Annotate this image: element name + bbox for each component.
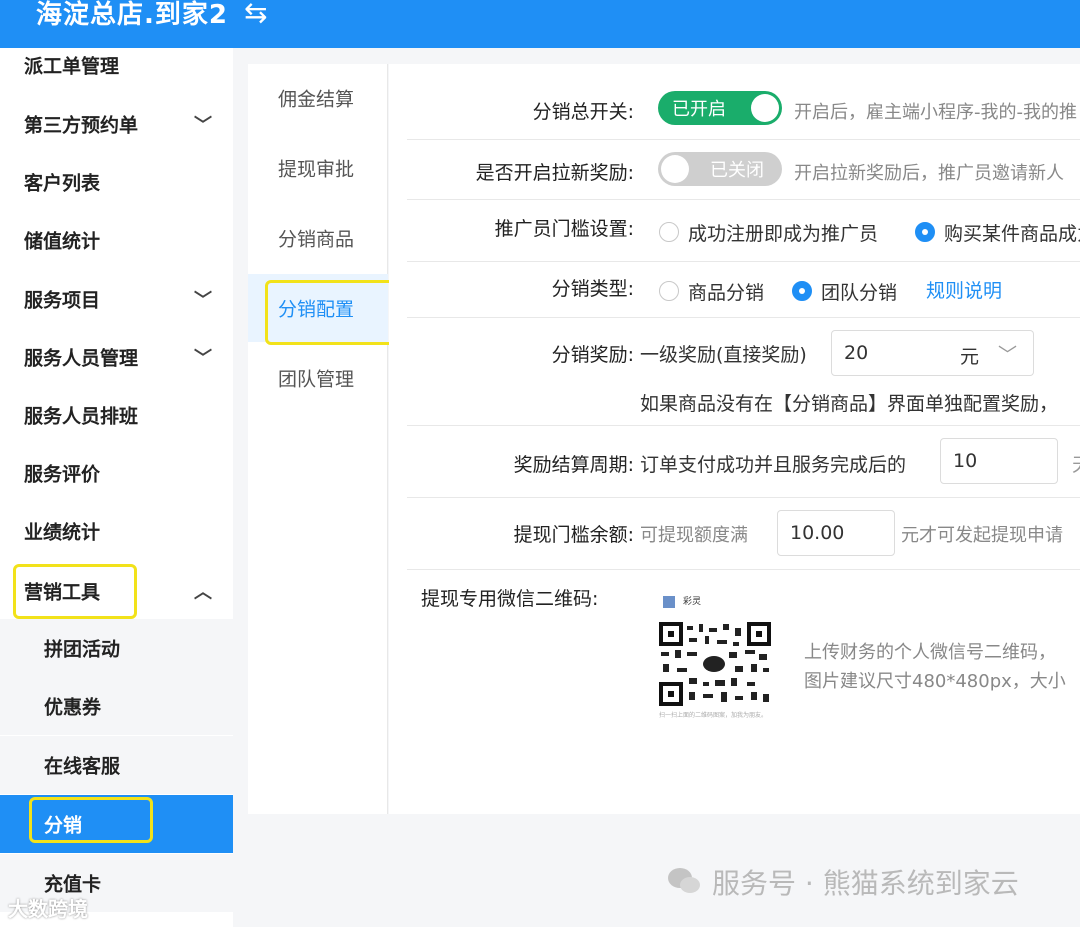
reward-unit-select[interactable]: 元 ﹀	[948, 330, 1034, 376]
radio-label: 购买某件商品成为	[944, 223, 1080, 245]
switch-store-icon[interactable]: ⇆	[244, 0, 267, 29]
sidebar-item-label: 服务人员排班	[24, 405, 139, 428]
watermark-badge: 大数跨境	[8, 897, 88, 921]
sub-nav: 佣金结算 提现审批 分销商品 分销配置 团队管理	[248, 64, 388, 814]
tab-label: 团队管理	[278, 368, 355, 391]
chevron-down-icon: ﹀	[194, 115, 212, 136]
tab-withdraw-approval[interactable]: 提现审批	[248, 134, 388, 202]
sidebar-item-label: 优惠券	[44, 696, 102, 719]
highlight-box	[29, 797, 153, 843]
field-label: 提现门槛余额:	[513, 524, 634, 546]
watermark-text: 服务号 · 熊猫系统到家云	[712, 867, 1019, 900]
period-days-input[interactable]: 10	[940, 438, 1058, 484]
field-hint: 开启拉新奖励后，推广员邀请新人	[794, 163, 1064, 184]
radio-register[interactable]	[659, 222, 679, 242]
field-label: 奖励结算周期:	[513, 454, 634, 476]
chevron-down-icon: ﹀	[998, 344, 1018, 366]
config-form: 分销总开关: 已开启 开启后，雇主端小程序-我的-我的推 是否开启拉新奖励: 已…	[389, 64, 1080, 814]
radio-purchase[interactable]	[915, 222, 935, 242]
highlight-box	[265, 280, 395, 345]
tab-label: 提现审批	[278, 158, 355, 181]
field-label: 提现专用微信二维码:	[421, 588, 599, 610]
sidebar-item-staff[interactable]: 服务人员管理 ﹀	[0, 328, 233, 386]
period-prefix: 订单支付成功并且服务完成后的	[640, 454, 907, 476]
radio-team-dist[interactable]	[792, 281, 812, 301]
master-switch-toggle[interactable]: 已开启	[658, 91, 782, 125]
sidebar-item-label: 服务项目	[24, 289, 101, 312]
toggle-state-text: 已开启	[672, 99, 726, 120]
toggle-state-text: 已关闭	[710, 160, 764, 181]
sidebar-item-third-party[interactable]: 第三方预约单 ﹀	[0, 95, 233, 153]
form-row-threshold: 推广员门槛设置: 成功注册即成为推广员 购买某件商品成为	[407, 200, 1080, 262]
sidebar-item-dispatch[interactable]: 派工单管理	[0, 36, 233, 94]
toggle-knob	[661, 155, 689, 183]
radio-label: 团队分销	[821, 282, 898, 304]
form-row-period: 奖励结算周期: 订单支付成功并且服务完成后的 10 天	[407, 426, 1080, 498]
radio-label: 商品分销	[688, 282, 765, 304]
form-row-dist-type: 分销类型: 商品分销 团队分销 规则说明	[407, 262, 1080, 318]
reward-amount-input[interactable]: 20	[831, 330, 949, 376]
sidebar-item-performance[interactable]: 业绩统计	[0, 502, 233, 560]
tab-commission-settlement[interactable]: 佣金结算	[248, 64, 388, 132]
toggle-knob	[751, 94, 779, 122]
sidebar-item-reviews[interactable]: 服务评价	[0, 444, 233, 502]
field-hint: 开启后，雇主端小程序-我的-我的推	[794, 102, 1077, 123]
qr-hint-1: 上传财务的个人微信号二维码，	[804, 642, 1056, 663]
unit-text: 元	[960, 346, 980, 368]
withdraw-prefix: 可提现额度满	[640, 525, 748, 546]
sidebar-item-customers[interactable]: 客户列表	[0, 153, 233, 211]
qrcode-upload[interactable]: 彩灵 扫一扫上面的二维码图案，加我为朋友。	[655, 592, 785, 720]
sidebar-subitem-group-buy[interactable]: 拼团活动	[0, 619, 233, 677]
sidebar-item-label: 客户列表	[24, 172, 101, 195]
qr-hint-2: 图片建议尺寸480*480px，大小	[804, 671, 1066, 692]
withdraw-suffix: 元才可发起提现申请	[901, 525, 1063, 546]
withdraw-min-input[interactable]: 10.00	[777, 510, 895, 556]
chevron-down-icon: ﹀	[194, 348, 212, 369]
referral-switch-toggle[interactable]: 已关闭	[658, 152, 782, 186]
radio-label: 成功注册即成为推广员	[688, 223, 879, 245]
qr-caption: 扫一扫上面的二维码图案，加我为朋友。	[659, 712, 768, 719]
form-row-referral-switch: 是否开启拉新奖励: 已关闭 开启拉新奖励后，推广员邀请新人	[407, 140, 1080, 200]
sidebar-subitem-coupons[interactable]: 优惠券	[0, 677, 233, 735]
rules-link[interactable]: 规则说明	[926, 276, 1002, 303]
qrcode-image	[659, 622, 771, 706]
reward-note: 如果商品没有在【分销商品】界面单独配置奖励，	[640, 393, 1059, 415]
chevron-down-icon: ﹀	[194, 290, 212, 311]
radio-product-dist[interactable]	[659, 281, 679, 301]
sidebar-item-services[interactable]: 服务项目 ﹀	[0, 270, 233, 328]
tab-label: 分销商品	[278, 228, 355, 251]
highlight-box	[13, 564, 137, 619]
sidebar-item-label: 储值统计	[24, 230, 101, 253]
field-label: 分销总开关:	[532, 101, 634, 123]
tab-label: 佣金结算	[278, 88, 355, 111]
avatar	[663, 596, 675, 608]
wechat-icon	[668, 868, 700, 893]
sidebar-subitem-customer-service[interactable]: 在线客服	[0, 736, 233, 794]
store-title[interactable]: 海淀总店.到家2	[36, 0, 228, 31]
sidebar-item-label: 拼团活动	[44, 638, 121, 661]
sidebar-item-label: 服务人员管理	[24, 347, 139, 370]
tab-distribution-products[interactable]: 分销商品	[248, 204, 388, 272]
sidebar-item-label: 业绩统计	[24, 521, 101, 544]
period-suffix: 天	[1072, 450, 1080, 477]
form-row-qrcode: 提现专用微信二维码: 彩灵 扫一扫上面的二维码图案，加我为朋友。 上传财务的个人…	[407, 570, 1080, 770]
form-row-master-switch: 分销总开关: 已开启 开启后，雇主端小程序-我的-我的推	[407, 76, 1080, 140]
field-label: 分销奖励:	[551, 344, 634, 366]
field-label: 分销类型:	[551, 278, 634, 300]
tab-team-management[interactable]: 团队管理	[248, 344, 388, 412]
sidebar-item-stored-value[interactable]: 储值统计	[0, 211, 233, 269]
sidebar-item-schedule[interactable]: 服务人员排班	[0, 386, 233, 444]
qr-name: 彩灵	[683, 597, 702, 607]
sidebar-item-label: 第三方预约单	[24, 114, 139, 137]
reward-level-label: 一级奖励(直接奖励)	[640, 344, 807, 366]
sidebar-item-label: 服务评价	[24, 463, 101, 486]
field-label: 推广员门槛设置:	[494, 218, 634, 240]
sidebar-item-label: 派工单管理	[24, 55, 120, 78]
sidebar: 派工单管理 第三方预约单 ﹀ 客户列表 储值统计 服务项目 ﹀ 服务人员管理 ﹀ 服务…	[0, 48, 233, 927]
form-row-withdraw-min: 提现门槛余额: 可提现额度满 10.00 元才可发起提现申请	[407, 498, 1080, 570]
form-row-reward: 分销奖励: 一级奖励(直接奖励) 20 元 ﹀ 如果商品没有在【分销商品】界面单…	[407, 318, 1080, 426]
sidebar-item-label: 在线客服	[44, 755, 121, 778]
chevron-up-icon: ︿	[194, 582, 212, 603]
field-label: 是否开启拉新奖励:	[475, 162, 634, 184]
